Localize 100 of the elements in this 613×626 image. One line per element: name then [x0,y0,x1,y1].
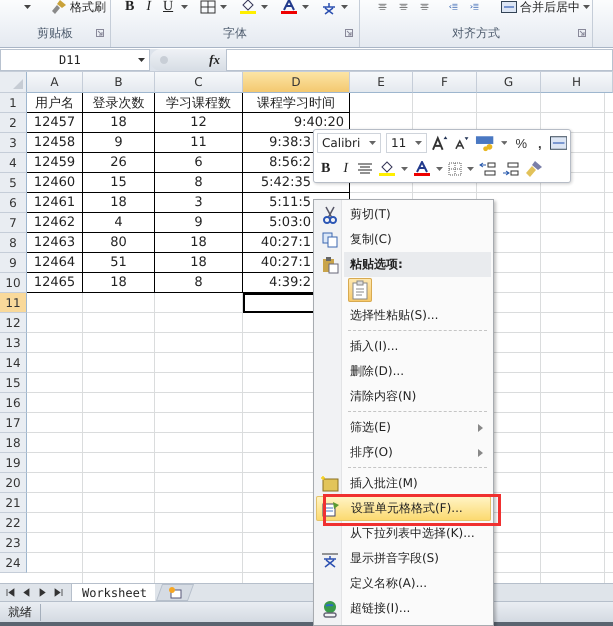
table-cell: 9 [155,213,243,233]
row-header[interactable]: 20 [0,473,27,493]
column-header[interactable]: E [350,72,413,93]
column-header[interactable]: F [413,72,477,93]
row-header[interactable]: 11 [0,293,27,313]
grow-font-icon[interactable] [432,135,450,151]
dropdown-arrow-icon[interactable] [220,5,228,9]
font-size-field[interactable]: 11 [386,133,427,153]
menu-item[interactable]: 清除内容(N) [316,384,491,409]
row-header[interactable]: 10 [0,273,27,293]
underline-button[interactable]: U [159,0,178,15]
table-cell: 12462 [27,213,83,233]
bold-button[interactable]: B [121,0,138,15]
menu-item[interactable]: 插入(I)... [316,334,491,359]
menu-item[interactable]: 显示拼音字段(S) [316,546,491,571]
border-icon[interactable] [200,0,216,14]
row-header[interactable]: 4 [0,153,27,173]
table-cell: 3 [155,193,243,213]
menu-item[interactable]: 定义名称(A)... [316,571,491,596]
row-header[interactable]: 13 [0,333,27,353]
row-header[interactable]: 15 [0,373,27,393]
table-cell: 学习课程数 [155,93,243,113]
dropdown-arrow-icon[interactable] [24,5,31,9]
menu-item[interactable]: 从下拉列表中选择(K)... [316,521,491,546]
menu-item[interactable]: 超链接(I)... [316,596,491,621]
clipboard-icon [321,256,339,274]
copy-icon [322,232,338,248]
row-header[interactable]: 14 [0,353,27,373]
column-header[interactable]: H [541,72,613,93]
row-header[interactable]: 2 [0,113,27,133]
decrease-decimal-icon[interactable] [502,161,520,177]
row-header[interactable]: 18 [0,433,27,453]
row-header[interactable]: 3 [0,133,27,153]
font-name-field[interactable]: Calibri [317,133,381,153]
row-header[interactable]: 24 [0,553,27,573]
row-header[interactable]: 23 [0,533,27,553]
sheet-nav-icon[interactable] [54,588,63,597]
insert-function-button[interactable]: fx [209,52,220,68]
table-cell: 18 [83,193,155,213]
center-align-icon[interactable] [357,163,374,175]
increase-decimal-icon[interactable] [479,161,498,177]
border-icon[interactable] [448,162,462,176]
merge-center-button[interactable]: 合并后居中 [499,0,592,16]
font-color-icon[interactable] [413,161,432,177]
row-header[interactable]: 5 [0,173,27,193]
dropdown-arrow-icon[interactable] [261,5,268,9]
row-header[interactable]: 19 [0,453,27,473]
fill-color-icon[interactable] [239,0,258,15]
comma-button[interactable]: , [535,136,545,150]
row-header[interactable]: 9 [0,253,27,273]
paste-button[interactable] [348,278,372,302]
row-header[interactable]: 21 [0,493,27,513]
name-box[interactable]: D11 [0,49,150,71]
row-header[interactable]: 8 [0,233,27,253]
percent-button[interactable]: % [512,136,530,150]
table-cell: 18 [155,233,243,253]
format-painter-button[interactable]: 格式刷 [49,0,108,16]
italic-button[interactable]: I [142,0,156,15]
row-header[interactable]: 12 [0,313,27,333]
status-text: 就绪 [8,604,41,620]
dropdown-arrow-icon[interactable] [302,5,310,9]
dialog-launcher-icon[interactable] [578,29,586,37]
menu-item[interactable]: 排序(O) [316,440,491,465]
merge-cells-icon[interactable] [550,136,568,150]
dialog-launcher-icon[interactable] [96,29,104,37]
dialog-launcher-icon[interactable] [345,29,353,37]
font-color-icon[interactable] [280,0,298,15]
menu-item[interactable]: 插入批注(M) [316,471,491,496]
menu-item[interactable]: 选择性粘贴(S)... [316,303,491,328]
menu-item[interactable]: 设置单元格格式(F)... [316,496,491,521]
currency-icon[interactable] [474,134,496,152]
formula-bar-handle[interactable] [160,56,168,64]
brush-icon[interactable] [525,160,544,178]
menu-item[interactable]: 筛选(E) [316,415,491,440]
row-header[interactable]: 7 [0,213,27,233]
row-header[interactable]: 1 [0,93,27,113]
table-cell: 11 [155,133,243,153]
row-header[interactable]: 17 [0,413,27,433]
fill-color-icon[interactable] [378,161,396,177]
dropdown-arrow-icon[interactable] [500,141,508,145]
dropdown-arrow-icon[interactable] [341,5,348,9]
sheet-nav-icon[interactable] [6,588,15,597]
column-header[interactable]: B [83,72,155,93]
dropdown-arrow-icon[interactable] [181,5,188,9]
dropdown-arrow-icon[interactable] [401,167,408,171]
sheet-tab[interactable]: Worksheet [72,584,156,601]
insert-sheet-button[interactable] [156,584,194,601]
phonetic-icon[interactable] [321,0,338,15]
dropdown-arrow-icon[interactable] [467,167,474,171]
column-header[interactable]: C [155,72,243,93]
formula-input[interactable] [226,49,613,71]
column-header[interactable]: A [27,72,83,93]
column-header[interactable]: G [477,72,541,93]
column-header[interactable]: D [243,72,350,93]
dropdown-arrow-icon[interactable] [436,167,444,171]
row-header[interactable]: 22 [0,513,27,533]
row-header[interactable]: 6 [0,193,27,213]
shrink-font-icon[interactable] [454,136,470,150]
menu-item[interactable]: 删除(D)... [316,359,491,384]
row-header[interactable]: 16 [0,393,27,413]
